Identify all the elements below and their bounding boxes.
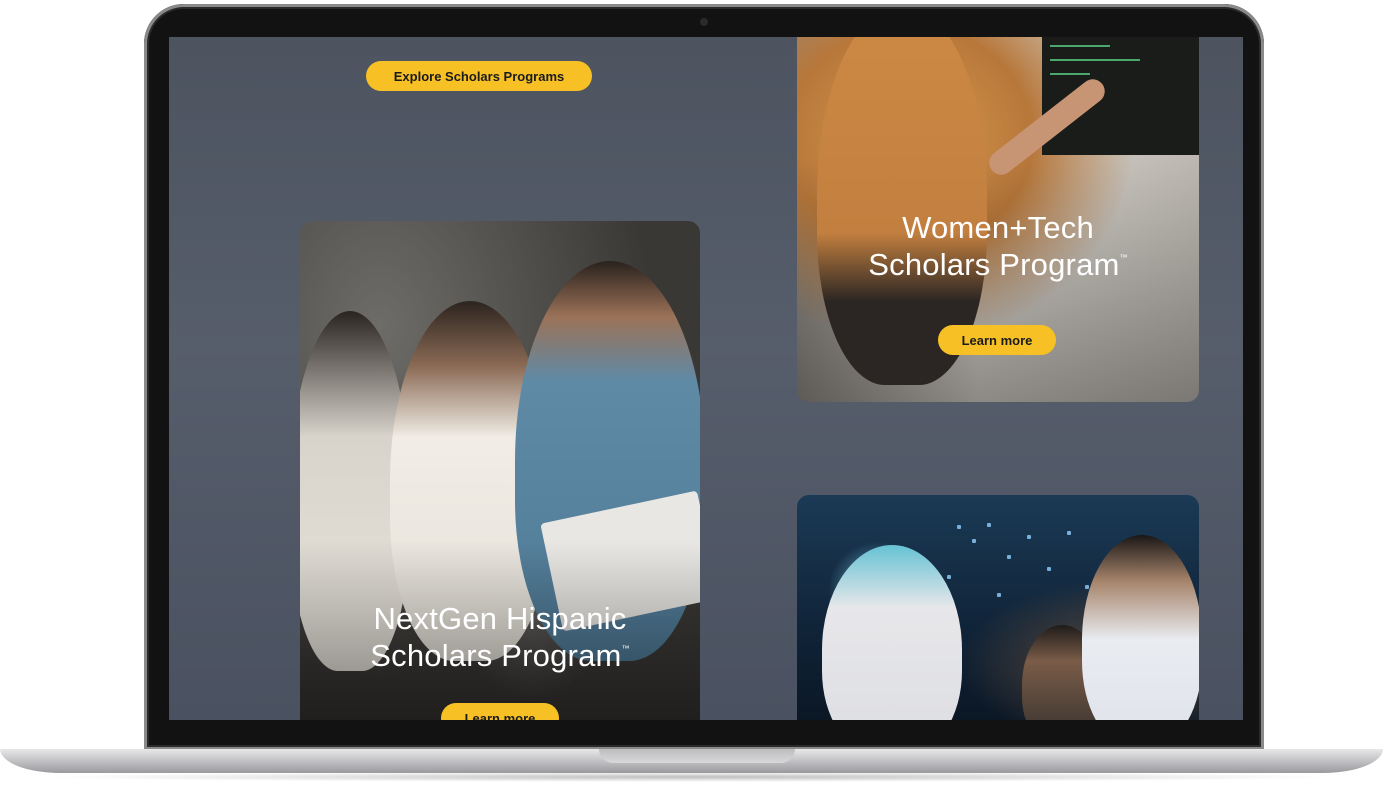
student-photo-hooded: [822, 545, 962, 720]
trademark-symbol: ™: [1119, 252, 1128, 262]
trademark-symbol: ™: [621, 643, 630, 653]
camera-icon: [700, 18, 708, 26]
women-tech-title-line2: Scholars Program: [868, 246, 1120, 282]
nextgen-title-line2: Scholars Program: [370, 637, 622, 673]
laptop-shadow: [40, 772, 1343, 782]
nextgen-title-line1: NextGen Hispanic: [373, 601, 627, 636]
student-photo-glasses: [1082, 535, 1199, 720]
women-tech-learn-more-button[interactable]: Learn more: [938, 325, 1056, 355]
nextgen-hispanic-card[interactable]: NextGen Hispanic Scholars Program™ Learn…: [300, 221, 700, 720]
third-program-card[interactable]: [797, 495, 1199, 720]
explore-scholars-button[interactable]: Explore Scholars Programs: [366, 61, 592, 91]
nextgen-card-title: NextGen Hispanic Scholars Program™: [300, 601, 700, 674]
women-tech-card-title: Women+Tech Scholars Program™: [797, 210, 1199, 283]
women-tech-title-line1: Women+Tech: [902, 210, 1094, 245]
laptop-screen: Explore Scholars Programs NextGen Hispan…: [169, 37, 1243, 720]
women-tech-card[interactable]: Women+Tech Scholars Program™ Learn more: [797, 37, 1199, 402]
laptop-notch: [599, 749, 795, 763]
nextgen-learn-more-button[interactable]: Learn more: [441, 703, 559, 720]
